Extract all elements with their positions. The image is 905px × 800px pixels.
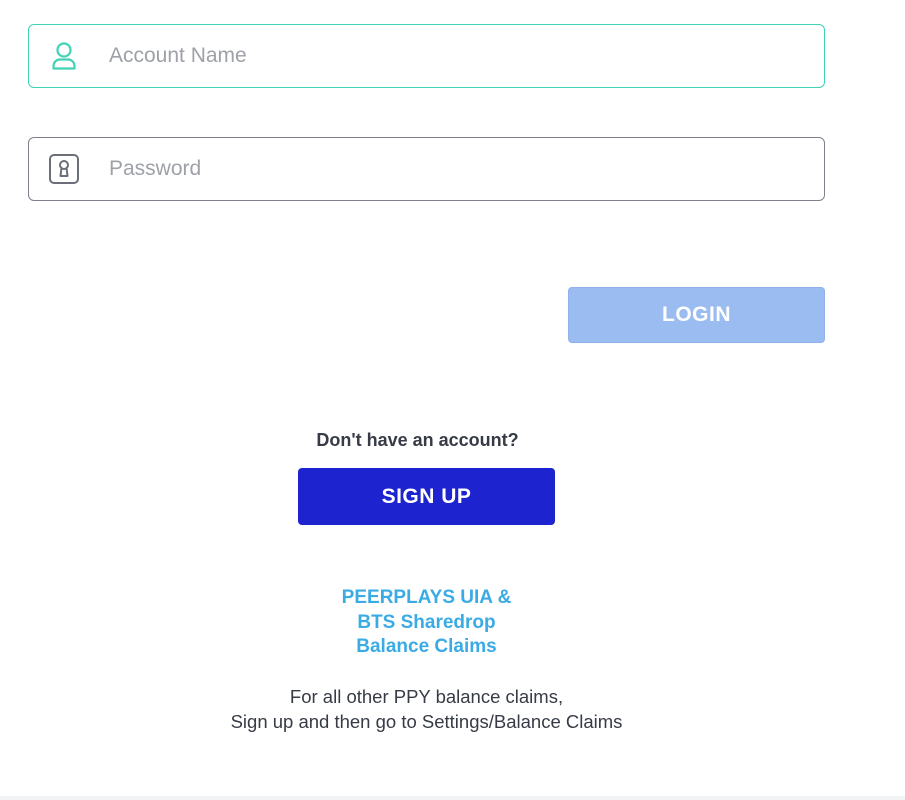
account-name-field[interactable]	[28, 24, 825, 88]
balance-claims-link-line-3: Balance Claims	[356, 636, 497, 657]
password-field[interactable]	[28, 137, 825, 201]
balance-claims-info-line-1: For all other PPY balance claims,	[289, 686, 564, 707]
signup-button[interactable]: SIGN UP	[298, 468, 555, 525]
keyhole-lock-icon	[48, 153, 80, 185]
login-button[interactable]: LOGIN	[568, 287, 825, 343]
login-page: LOGIN Don't have an account? SIGN UP PEE…	[0, 0, 905, 800]
no-account-prompt: Don't have an account?	[316, 430, 519, 450]
balance-claims-link-line-2: BTS Sharedrop	[357, 611, 496, 633]
bottom-divider	[0, 796, 905, 800]
balance-claims-info-line-2: Sign up and then go to Settings/Balance …	[230, 711, 623, 732]
password-input[interactable]	[109, 138, 799, 199]
account-name-input[interactable]	[109, 25, 799, 86]
user-icon	[48, 40, 80, 72]
balance-claims-link[interactable]: PEERPLAYS UIA & BTS Sharedrop Balance Cl…	[298, 586, 555, 660]
balance-claims-info: For all other PPY balance claims, Sign u…	[0, 684, 853, 734]
balance-claims-link-line-1: PEERPLAYS UIA &	[341, 587, 512, 608]
